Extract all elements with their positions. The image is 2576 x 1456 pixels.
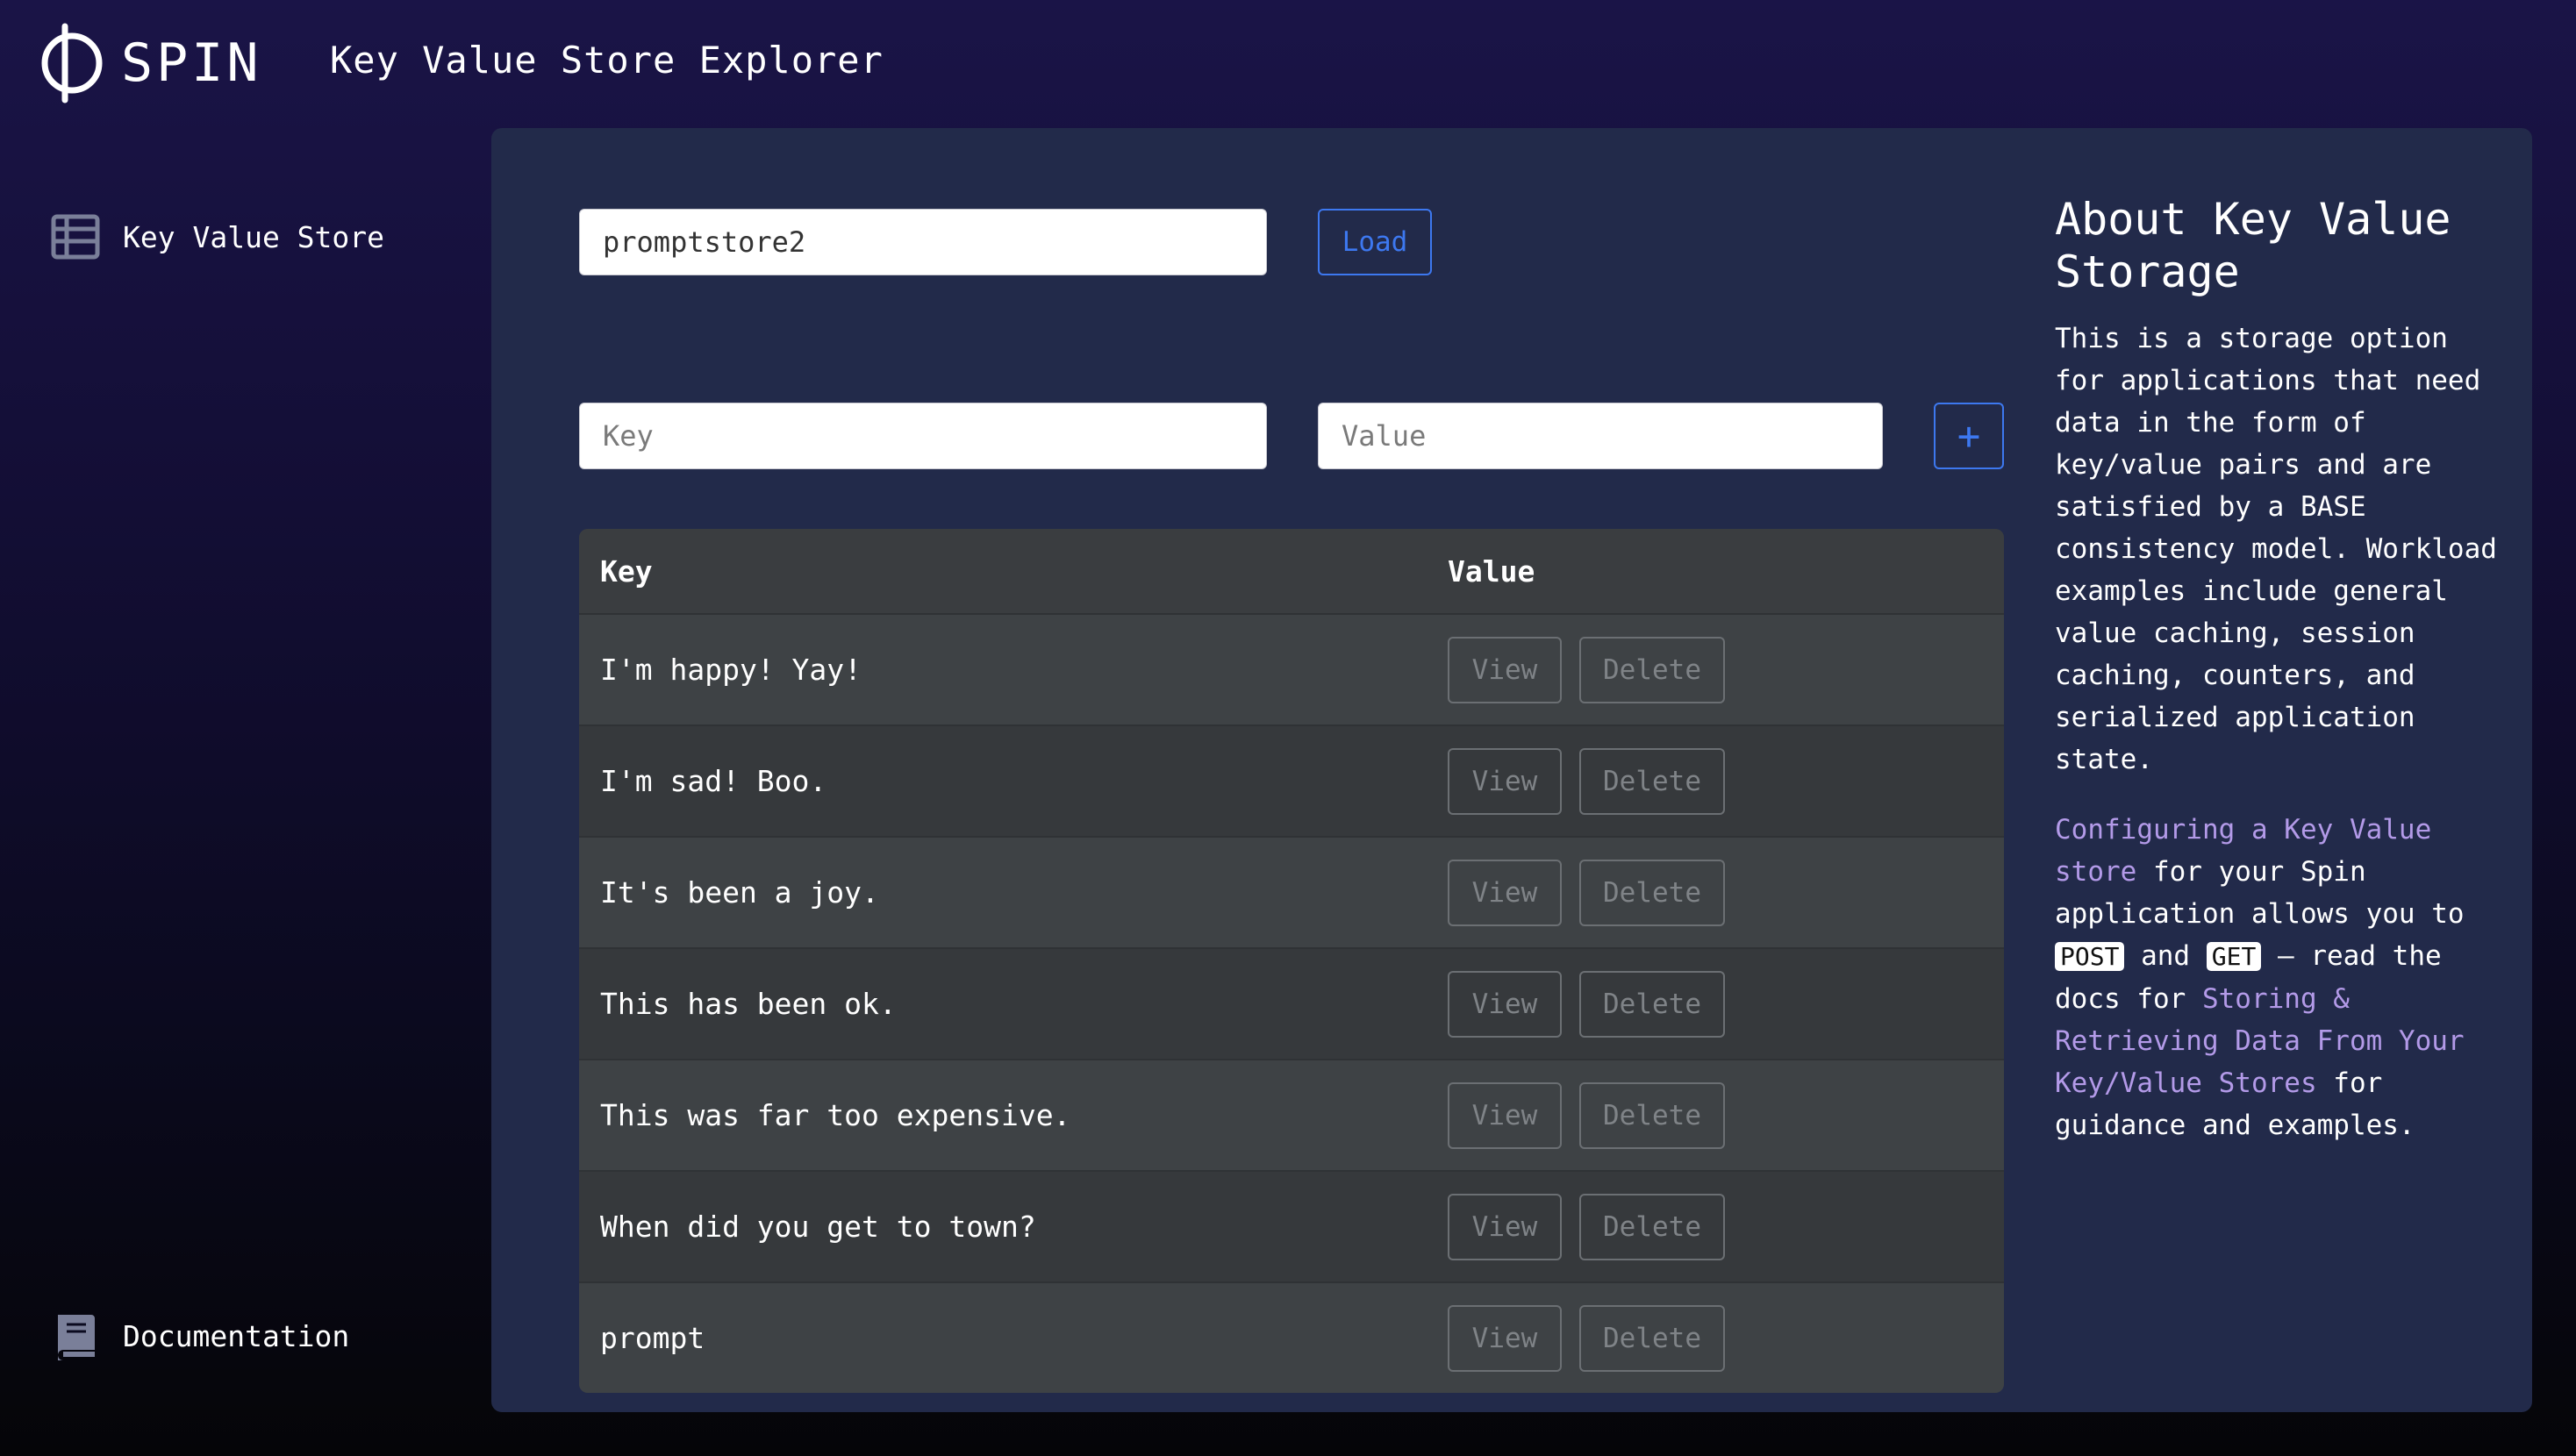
row-key: When did you get to town? bbox=[600, 1210, 1036, 1244]
row-actions: View Delete bbox=[1448, 970, 1742, 1038]
row-actions: View Delete bbox=[1448, 636, 1742, 703]
app-header: SPIN Key Value Store Explorer bbox=[0, 0, 2576, 127]
table-row: I'm happy! Yay! View Delete bbox=[579, 615, 2004, 726]
row-key: I'm happy! Yay! bbox=[600, 653, 862, 687]
table-row: This was far too expensive. View Delete bbox=[579, 1060, 2004, 1172]
store-name-input[interactable] bbox=[579, 209, 1267, 275]
row-actions: View Delete bbox=[1448, 747, 1742, 815]
row-actions: View Delete bbox=[1448, 1304, 1742, 1372]
row-actions: View Delete bbox=[1448, 1081, 1742, 1149]
about-config-paragraph: Configuring a Key Value store for your S… bbox=[2055, 809, 2511, 1146]
table-row: prompt View Delete bbox=[579, 1283, 2004, 1393]
delete-button[interactable]: Delete bbox=[1579, 1304, 1725, 1372]
view-button[interactable]: View bbox=[1448, 636, 1562, 703]
spin-logo[interactable]: SPIN bbox=[39, 23, 262, 103]
column-header-value: Value bbox=[1448, 553, 1535, 589]
view-button[interactable]: View bbox=[1448, 747, 1562, 815]
table-row: It's been a joy. View Delete bbox=[579, 838, 2004, 949]
row-key: prompt bbox=[600, 1321, 705, 1355]
row-actions: View Delete bbox=[1448, 1193, 1742, 1260]
view-button[interactable]: View bbox=[1448, 970, 1562, 1038]
load-button[interactable]: Load bbox=[1318, 209, 1432, 275]
row-key: It's been a joy. bbox=[600, 875, 879, 910]
table-row: When did you get to town? View Delete bbox=[579, 1172, 2004, 1283]
table-header: Key Value bbox=[579, 529, 2004, 615]
logo-text: SPIN bbox=[121, 32, 262, 94]
sidebar-item-label: Key Value Store bbox=[123, 219, 385, 254]
row-actions: View Delete bbox=[1448, 859, 1742, 926]
post-badge: POST bbox=[2055, 942, 2125, 971]
view-button[interactable]: View bbox=[1448, 1081, 1562, 1149]
about-panel: About Key Value Storage This is a storag… bbox=[2055, 193, 2511, 1174]
get-badge: GET bbox=[2206, 942, 2262, 971]
delete-button[interactable]: Delete bbox=[1579, 636, 1725, 703]
about-description: This is a storage option for application… bbox=[2055, 323, 2497, 775]
spin-logo-icon bbox=[41, 23, 103, 103]
view-button[interactable]: View bbox=[1448, 859, 1562, 926]
sidebar-item-label: Documentation bbox=[123, 1318, 350, 1353]
key-value-table: Key Value I'm happy! Yay! View Delete I'… bbox=[579, 529, 2004, 1393]
delete-button[interactable]: Delete bbox=[1579, 1081, 1725, 1149]
row-key: This has been ok. bbox=[600, 987, 897, 1021]
delete-button[interactable]: Delete bbox=[1579, 1193, 1725, 1260]
main-panel: Load + Key Value I'm happy! Yay! View De… bbox=[491, 128, 2532, 1412]
about-text: and bbox=[2124, 940, 2207, 972]
table-row: This has been ok. View Delete bbox=[579, 949, 2004, 1060]
page-title: Key Value Store Explorer bbox=[330, 39, 884, 82]
table-row: I'm sad! Boo. View Delete bbox=[579, 726, 2004, 838]
table-body: I'm happy! Yay! View Delete I'm sad! Boo… bbox=[579, 615, 2004, 1393]
about-title: About Key Value Storage bbox=[2055, 194, 2451, 297]
view-button[interactable]: View bbox=[1448, 1304, 1562, 1372]
delete-button[interactable]: Delete bbox=[1579, 859, 1725, 926]
book-icon bbox=[58, 1315, 95, 1360]
sidebar-item-key-value-store[interactable]: Key Value Store bbox=[51, 212, 384, 261]
row-key: This was far too expensive. bbox=[600, 1098, 1071, 1132]
delete-button[interactable]: Delete bbox=[1579, 970, 1725, 1038]
add-entry-button[interactable]: + bbox=[1934, 403, 2004, 469]
sidebar-item-documentation[interactable]: Documentation bbox=[51, 1311, 349, 1360]
view-button[interactable]: View bbox=[1448, 1193, 1562, 1260]
table-list-icon bbox=[51, 214, 100, 260]
delete-button[interactable]: Delete bbox=[1579, 747, 1725, 815]
value-input[interactable] bbox=[1318, 403, 1883, 469]
key-input[interactable] bbox=[579, 403, 1267, 469]
column-header-key: Key bbox=[600, 553, 653, 589]
row-key: I'm sad! Boo. bbox=[600, 764, 827, 798]
